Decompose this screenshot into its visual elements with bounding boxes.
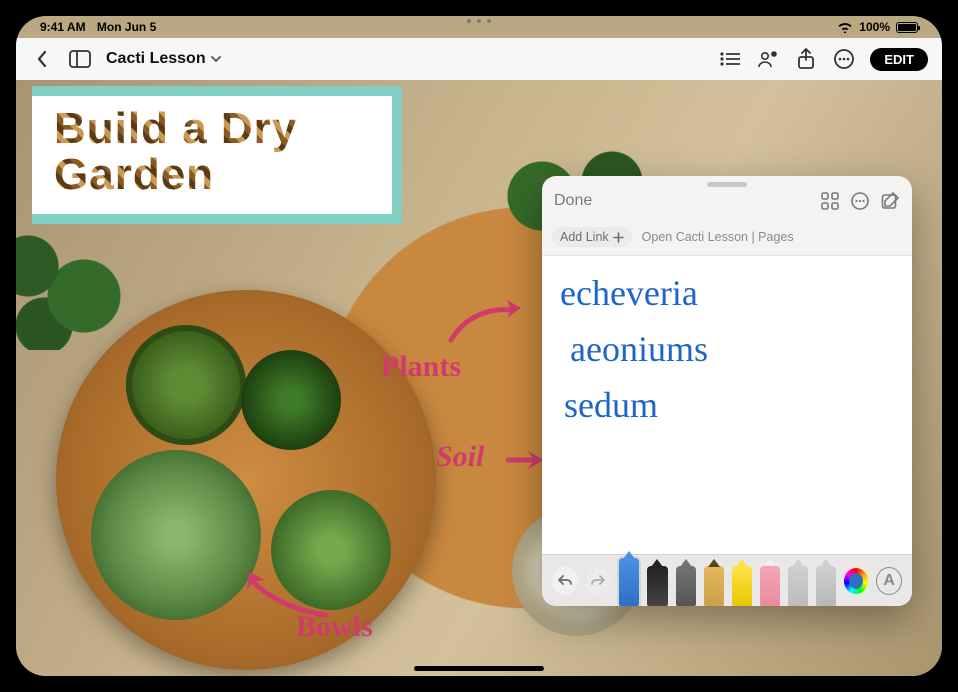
handwriting-line: aeoniums bbox=[570, 322, 894, 378]
document-heading: Build a Dry Garden bbox=[32, 96, 392, 198]
status-time: 9:41 AM bbox=[40, 20, 86, 34]
pen-tool[interactable] bbox=[619, 558, 639, 606]
handwriting-text-tool[interactable]: A bbox=[876, 567, 902, 595]
title-card[interactable]: Build a Dry Garden bbox=[32, 86, 402, 224]
battery-percent: 100% bbox=[859, 20, 890, 34]
color-picker[interactable] bbox=[844, 568, 868, 594]
notes-grid-icon[interactable] bbox=[820, 191, 840, 211]
note-canvas[interactable]: echeveria aeoniums sedum bbox=[542, 256, 912, 554]
undo-button[interactable] bbox=[552, 567, 578, 595]
lasso-tool[interactable] bbox=[788, 566, 808, 606]
annotation-soil: Soil bbox=[436, 440, 484, 474]
context-link[interactable]: Open Cacti Lesson | Pages bbox=[642, 230, 794, 244]
document-title-label: Cacti Lesson bbox=[106, 50, 206, 68]
note-more-icon[interactable] bbox=[850, 191, 870, 211]
more-icon[interactable] bbox=[832, 47, 856, 71]
markup-toolbar: A bbox=[542, 554, 912, 606]
document-title[interactable]: Cacti Lesson bbox=[106, 50, 222, 68]
done-button[interactable]: Done bbox=[554, 192, 592, 210]
arrow-plants-icon bbox=[446, 300, 526, 350]
handwriting-line: sedum bbox=[564, 378, 894, 434]
handwriting-line: echeveria bbox=[560, 266, 894, 322]
eraser-tool[interactable] bbox=[760, 566, 780, 606]
wifi-icon bbox=[837, 21, 853, 33]
annotation-plants: Plants bbox=[381, 350, 461, 384]
decor-succulent bbox=[126, 325, 246, 445]
collaborate-icon[interactable] bbox=[756, 47, 780, 71]
share-icon[interactable] bbox=[794, 47, 818, 71]
multitasking-dots[interactable] bbox=[467, 19, 491, 23]
arrow-soil-icon bbox=[506, 445, 546, 475]
fineliner-tool[interactable] bbox=[647, 566, 667, 606]
highlighter-tool[interactable] bbox=[732, 566, 752, 606]
chevron-down-icon bbox=[210, 53, 222, 65]
app-toolbar: Cacti Lesson EDIT bbox=[16, 38, 942, 80]
brush-tool[interactable] bbox=[676, 566, 696, 606]
add-link-label: Add Link bbox=[560, 230, 609, 244]
compose-note-icon[interactable] bbox=[880, 191, 900, 211]
plus-icon bbox=[613, 232, 624, 243]
status-date: Mon Jun 5 bbox=[97, 20, 156, 34]
quick-note-panel[interactable]: Done Add Link Open Cacti Lesson | Pages bbox=[542, 176, 912, 606]
home-indicator[interactable] bbox=[414, 666, 544, 671]
add-link-button[interactable]: Add Link bbox=[552, 227, 632, 247]
battery-icon bbox=[896, 22, 918, 33]
decor-succulent bbox=[241, 350, 341, 450]
pencil-tool[interactable] bbox=[704, 566, 724, 606]
edit-button-label: EDIT bbox=[884, 52, 914, 67]
outline-list-icon[interactable] bbox=[718, 47, 742, 71]
decor-succulent bbox=[91, 450, 261, 620]
ruler-tool[interactable] bbox=[816, 566, 836, 606]
annotation-bowls: Bowls bbox=[296, 610, 373, 644]
sidebar-toggle-icon[interactable] bbox=[68, 47, 92, 71]
redo-button[interactable] bbox=[586, 567, 612, 595]
edit-button[interactable]: EDIT bbox=[870, 48, 928, 71]
back-button[interactable] bbox=[30, 47, 54, 71]
